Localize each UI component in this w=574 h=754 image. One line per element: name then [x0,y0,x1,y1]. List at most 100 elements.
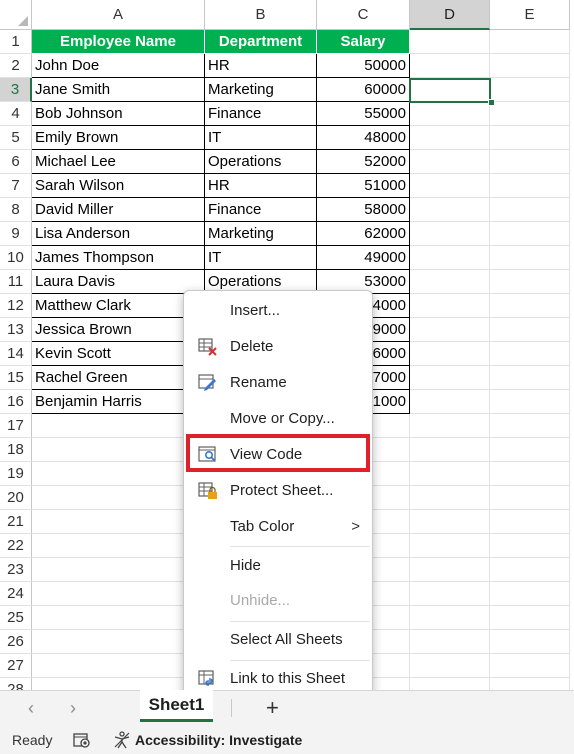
row-header[interactable]: 4 [0,102,32,126]
empty-cell[interactable] [410,582,490,606]
empty-cell[interactable] [490,678,570,690]
department-cell[interactable]: HR [205,174,317,198]
empty-cell[interactable] [490,78,570,102]
salary-cell[interactable]: 55000 [317,102,410,126]
empty-cell[interactable] [490,222,570,246]
menu-item-insert[interactable]: Insert... [184,293,372,329]
department-cell[interactable]: HR [205,54,317,78]
empty-cell[interactable] [410,438,490,462]
accessibility-status[interactable]: Accessibility: Investigate [135,726,302,754]
empty-cell[interactable] [490,462,570,486]
empty-cell[interactable] [490,390,570,414]
empty-cell[interactable] [410,174,490,198]
empty-cell[interactable] [410,102,490,126]
row-header[interactable]: 17 [0,414,32,438]
name-cell[interactable]: John Doe [32,54,205,78]
empty-cell[interactable] [490,174,570,198]
empty-cell[interactable] [410,486,490,510]
empty-cell[interactable] [490,654,570,678]
name-cell[interactable]: Bob Johnson [32,102,205,126]
fill-handle[interactable] [488,99,495,106]
row-header[interactable]: 26 [0,630,32,654]
add-sheet-button[interactable]: + [266,691,279,725]
empty-cell[interactable] [32,558,205,582]
row-header[interactable]: 27 [0,654,32,678]
menu-item-move-or-copy[interactable]: Move or Copy... [184,401,372,437]
accessibility-icon[interactable] [113,731,131,749]
sheet-tab-sheet1[interactable]: Sheet1 [140,690,213,722]
row-header[interactable]: 28 [0,678,32,690]
empty-cell[interactable] [32,534,205,558]
empty-cell[interactable] [490,366,570,390]
empty-cell[interactable] [410,294,490,318]
empty-cell[interactable] [32,510,205,534]
row-header[interactable]: 12 [0,294,32,318]
name-cell[interactable]: James Thompson [32,246,205,270]
name-cell[interactable]: Emily Brown [32,126,205,150]
header-cell[interactable]: Employee Name [32,30,205,54]
empty-cell[interactable] [490,342,570,366]
empty-cell[interactable] [410,342,490,366]
empty-cell[interactable] [490,30,570,54]
empty-cell[interactable] [490,294,570,318]
row-header[interactable]: 22 [0,534,32,558]
row-header[interactable]: 8 [0,198,32,222]
row-header[interactable]: 13 [0,318,32,342]
name-cell[interactable]: Michael Lee [32,150,205,174]
row-header-selected[interactable]: 3 [0,78,32,102]
header-cell[interactable]: Salary [317,30,410,54]
empty-cell[interactable] [410,678,490,690]
empty-cell[interactable] [410,150,490,174]
empty-cell[interactable] [410,366,490,390]
name-cell[interactable]: Lisa Anderson [32,222,205,246]
empty-cell[interactable] [32,630,205,654]
empty-cell[interactable] [490,630,570,654]
empty-cell[interactable] [490,486,570,510]
department-cell[interactable]: Finance [205,198,317,222]
menu-item-tab-color[interactable]: Tab Color > [184,509,372,545]
row-header[interactable]: 7 [0,174,32,198]
empty-cell[interactable] [32,414,205,438]
column-header-c[interactable]: C [317,0,410,30]
empty-cell[interactable] [410,510,490,534]
empty-cell[interactable] [410,390,490,414]
empty-cell[interactable] [32,582,205,606]
row-header[interactable]: 2 [0,54,32,78]
name-cell[interactable]: Jane Smith [32,78,205,102]
department-cell[interactable]: IT [205,246,317,270]
empty-cell[interactable] [490,102,570,126]
empty-cell[interactable] [490,510,570,534]
menu-item-hide[interactable]: Hide [184,548,372,584]
name-cell[interactable]: Jessica Brown [32,318,205,342]
empty-cell[interactable] [490,54,570,78]
name-cell[interactable]: David Miller [32,198,205,222]
row-header[interactable]: 6 [0,150,32,174]
empty-cell[interactable] [410,222,490,246]
department-cell[interactable]: Operations [205,150,317,174]
empty-cell[interactable] [490,198,570,222]
empty-cell[interactable] [410,198,490,222]
department-cell[interactable]: Marketing [205,78,317,102]
empty-cell[interactable] [490,150,570,174]
column-header-e[interactable]: E [490,0,570,30]
name-cell[interactable]: Rachel Green [32,366,205,390]
menu-item-protect-sheet[interactable]: Protect Sheet... [184,473,372,509]
empty-cell[interactable] [490,534,570,558]
empty-cell[interactable] [490,558,570,582]
department-cell[interactable]: IT [205,126,317,150]
salary-cell[interactable]: 49000 [317,246,410,270]
empty-cell[interactable] [410,270,490,294]
row-header[interactable]: 19 [0,462,32,486]
empty-cell[interactable] [410,630,490,654]
empty-cell[interactable] [490,606,570,630]
empty-cell[interactable] [490,318,570,342]
empty-cell[interactable] [410,126,490,150]
column-header-b[interactable]: B [205,0,317,30]
empty-cell[interactable] [410,606,490,630]
empty-cell[interactable] [410,462,490,486]
select-all-corner[interactable] [0,0,32,30]
department-cell[interactable]: Marketing [205,222,317,246]
row-header[interactable]: 14 [0,342,32,366]
empty-cell[interactable] [32,678,205,690]
row-header[interactable]: 21 [0,510,32,534]
